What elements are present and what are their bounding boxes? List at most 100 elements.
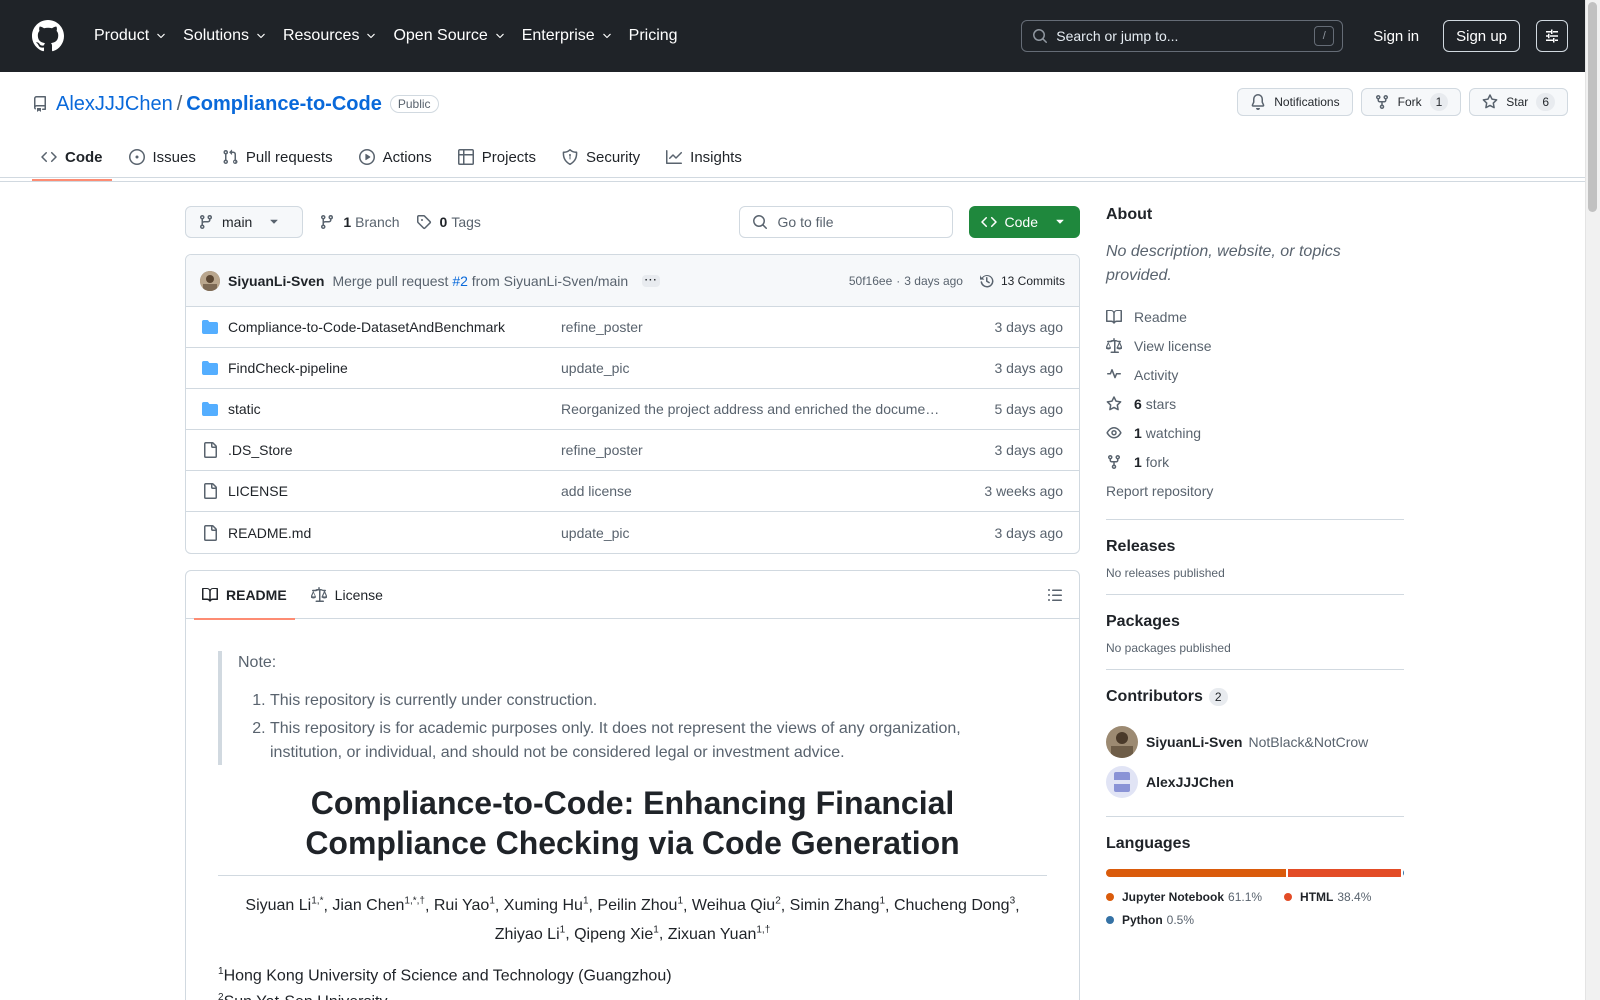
go-to-file-input[interactable]: Go to file xyxy=(738,206,953,238)
author: Qipeng Xie1 xyxy=(574,924,659,942)
tags-link[interactable]: 0 Tags xyxy=(416,214,481,230)
command-palette-button[interactable] xyxy=(1536,20,1568,52)
avatar[interactable] xyxy=(1106,766,1138,798)
file-commit-message-link[interactable]: update_pic xyxy=(561,360,943,376)
author: Rui Yao1 xyxy=(434,896,495,914)
author-name: Peilin Zhou xyxy=(597,897,678,915)
file-commit-message-link[interactable]: refine_poster xyxy=(561,319,943,335)
repo-name-link[interactable]: Compliance-to-Code xyxy=(186,93,382,116)
go-to-file-placeholder: Go to file xyxy=(777,214,834,230)
affiliation-list: 1Hong Kong University of Science and Tec… xyxy=(218,961,1047,1000)
github-logo-icon[interactable] xyxy=(32,20,64,52)
tab-code[interactable]: Code xyxy=(32,133,112,181)
nav-item-open-source[interactable]: Open Source xyxy=(385,16,513,56)
file-name-link[interactable]: .DS_Store xyxy=(228,442,561,458)
author-name: Zhiyao Li xyxy=(494,925,560,943)
file-name-link[interactable]: LICENSE xyxy=(228,483,561,499)
repo-actions: Notifications Fork 1 Star 6 xyxy=(1237,88,1568,116)
about-link-readme[interactable]: Readme xyxy=(1106,302,1404,331)
commit-hash-link[interactable]: 50f16ee xyxy=(849,274,892,288)
file-name-link[interactable]: FindCheck-pipeline xyxy=(228,360,561,376)
avatar[interactable] xyxy=(1106,726,1138,758)
affiliation-name: Sun Yat-Sen University xyxy=(224,993,388,1000)
commit-expand-button[interactable]: ··· xyxy=(642,274,661,287)
author-name: Jian Chen xyxy=(332,897,405,915)
about-link-activity[interactable]: Activity xyxy=(1106,360,1404,389)
contributor-item[interactable]: SiyuanLi-Sven NotBlack&NotCrow xyxy=(1106,722,1404,762)
file-commit-message-link[interactable]: update_pic xyxy=(561,525,943,541)
about-link-fork[interactable]: 1 fork xyxy=(1106,447,1404,476)
star-label: Star xyxy=(1506,95,1529,109)
about-link-view-license[interactable]: View license xyxy=(1106,331,1404,360)
file-commit-message-link[interactable]: add license xyxy=(561,483,943,499)
language-item[interactable]: HTML 38.4% xyxy=(1284,885,1371,908)
fork-label: Fork xyxy=(1397,95,1422,109)
commit-message[interactable]: Merge pull request #2 from SiyuanLi-Sven… xyxy=(332,273,628,289)
nav-item-solutions[interactable]: Solutions xyxy=(175,16,275,56)
language-item[interactable]: Python 0.5% xyxy=(1106,908,1194,931)
file-name-link[interactable]: Compliance-to-Code-DatasetAndBenchmark xyxy=(228,319,561,335)
star-button[interactable]: Star 6 xyxy=(1469,88,1568,116)
fork-icon xyxy=(1374,94,1390,110)
nav-item-pricing[interactable]: Pricing xyxy=(621,16,686,56)
tab-insights[interactable]: Insights xyxy=(657,133,751,181)
contributors-heading[interactable]: Contributors 2 xyxy=(1106,688,1404,706)
nav-item-enterprise[interactable]: Enterprise xyxy=(514,16,621,56)
packages-heading[interactable]: Packages xyxy=(1106,613,1404,631)
releases-heading[interactable]: Releases xyxy=(1106,538,1404,556)
tab-license[interactable]: License xyxy=(303,571,391,619)
repo-owner-link[interactable]: AlexJJJChen xyxy=(56,93,173,116)
tab-actions[interactable]: Actions xyxy=(350,133,441,181)
folder-icon xyxy=(202,401,218,417)
about-link-watching[interactable]: 1 watching xyxy=(1106,418,1404,447)
branches-link[interactable]: 1 Branch xyxy=(319,214,400,230)
branch-selector[interactable]: main xyxy=(185,206,304,238)
tab-pull-requests[interactable]: Pull requests xyxy=(213,133,342,181)
notifications-button[interactable]: Notifications xyxy=(1237,88,1353,116)
note-list: This repository is currently under const… xyxy=(238,689,1031,765)
nav-item-product[interactable]: Product xyxy=(86,16,175,56)
repo-header: AlexJJJChen / Compliance-to-Code Public … xyxy=(0,72,1600,182)
notifications-label: Notifications xyxy=(1274,95,1340,109)
graph-icon xyxy=(666,149,683,165)
code-dropdown-button[interactable]: Code xyxy=(968,206,1080,238)
fork-button[interactable]: Fork 1 xyxy=(1360,88,1462,116)
about-link-stars[interactable]: 6 stars xyxy=(1106,389,1404,418)
author: Simin Zhang1 xyxy=(790,896,886,914)
author-affiliation-mark: 1 xyxy=(879,896,886,907)
file-name-link[interactable]: README.md xyxy=(228,525,561,541)
page-scrollbar[interactable] xyxy=(1585,0,1600,1000)
sign-up-button[interactable]: Sign up xyxy=(1443,20,1520,52)
report-repository-link[interactable]: Report repository xyxy=(1106,476,1404,505)
file-commit-message-link[interactable]: Reorganized the project address and enri… xyxy=(561,401,943,417)
file-commit-message-link[interactable]: refine_poster xyxy=(561,442,943,458)
avatar[interactable] xyxy=(200,270,220,291)
tab-issues[interactable]: Issues xyxy=(120,133,205,181)
readme-tabs: README License xyxy=(186,571,1079,620)
tab-readme[interactable]: README xyxy=(194,571,295,620)
author-affiliation-mark: 1,* xyxy=(311,896,324,907)
language-item[interactable]: Jupyter Notebook 61.1% xyxy=(1106,885,1262,908)
language-name: Python xyxy=(1122,912,1163,927)
nav-item-label: Solutions xyxy=(183,27,249,44)
file-name-link[interactable]: static xyxy=(228,401,561,417)
commit-pr-link[interactable]: #2 xyxy=(452,273,468,289)
commit-author-link[interactable]: SiyuanLi-Sven xyxy=(228,273,324,289)
sign-in-link[interactable]: Sign in xyxy=(1359,28,1433,45)
contributor-item[interactable]: AlexJJJChen xyxy=(1106,762,1404,802)
scrollbar-thumb[interactable] xyxy=(1588,2,1597,212)
global-search-input[interactable]: Search or jump to... / xyxy=(1021,20,1344,52)
tab-projects[interactable]: Projects xyxy=(449,133,545,181)
file-commit-time: 3 days ago xyxy=(994,442,1064,458)
tab-security[interactable]: Security xyxy=(553,133,649,181)
nav-item-resources[interactable]: Resources xyxy=(275,16,385,56)
star-count: 6 xyxy=(1536,93,1555,111)
packages-empty-text: No packages published xyxy=(1106,641,1231,655)
nav-item-label: Pricing xyxy=(628,27,678,44)
nav-item-label: Open Source xyxy=(393,27,488,44)
global-nav: Product Solutions Resources Open Source Ente… xyxy=(86,16,686,56)
nav-item-label: Enterprise xyxy=(521,27,595,44)
commits-history-link[interactable]: 13 Commits xyxy=(979,273,1065,289)
language-list: Jupyter Notebook 61.1% HTML 38.4% Python 0.5% xyxy=(1106,885,1404,931)
outline-list-icon[interactable] xyxy=(1047,587,1063,603)
